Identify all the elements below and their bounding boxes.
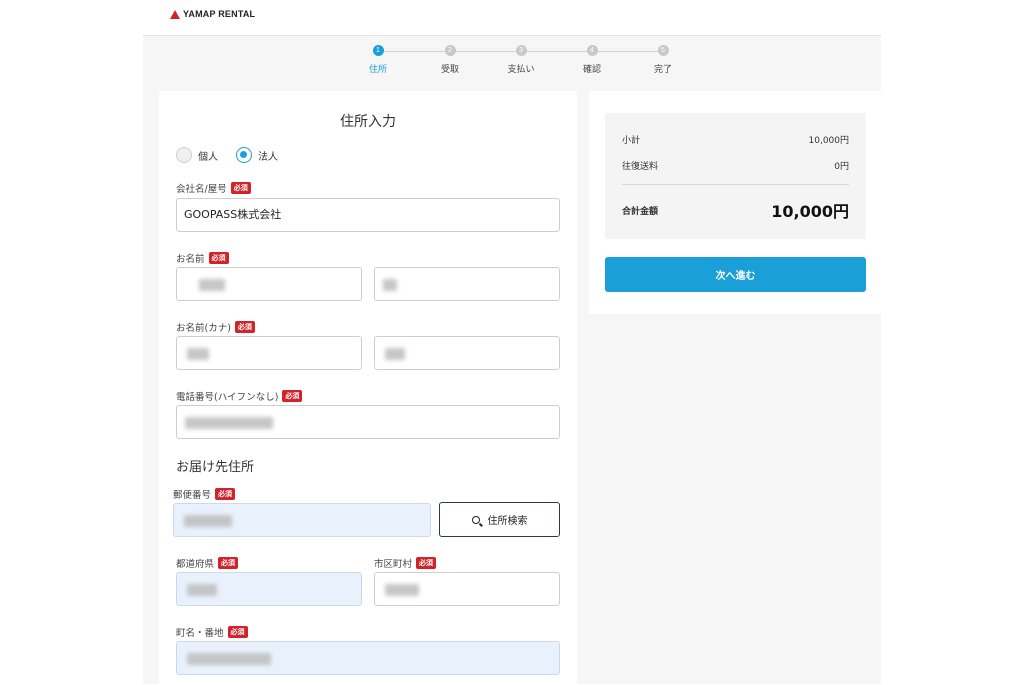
brand-logo: YAMAP RENTAL [170, 9, 255, 19]
step-payment: 3 支払い [491, 45, 551, 75]
required-badge: 必須 [218, 557, 239, 569]
redacted-text [385, 348, 405, 360]
redacted-text [187, 584, 217, 596]
shipping-value: 0円 [834, 162, 849, 172]
field-label-text: 郵便番号 [173, 490, 212, 501]
required-badge: 必須 [416, 557, 437, 569]
step-number: 1 [372, 45, 384, 56]
progress-stepper: 1 住所 2 受取 3 支払い 4 確認 5 完了 [143, 36, 881, 90]
step-label: 完了 [653, 65, 672, 75]
entity-type-radio-group: 個人 法人 [176, 147, 278, 163]
field-label-text: お名前 [176, 254, 205, 265]
radio-individual[interactable]: 個人 [176, 147, 218, 163]
last-name-input[interactable] [176, 267, 362, 301]
phone-input[interactable] [176, 405, 560, 439]
redacted-text [383, 279, 397, 291]
step-label: 確認 [582, 65, 601, 75]
subtotal-label: 小計 [622, 136, 641, 146]
postal-code-input[interactable] [173, 503, 431, 537]
checkout-stage: 1 住所 2 受取 3 支払い 4 確認 5 完了 住所入力 個人 法人 会社名… [143, 35, 881, 685]
name-label: お名前 必須 [176, 251, 229, 265]
next-button[interactable]: 次へ進む [605, 257, 866, 292]
step-number: 3 [515, 45, 527, 56]
field-label-text: 都道府県 [176, 559, 215, 570]
required-badge: 必須 [230, 182, 251, 194]
radio-circle-icon[interactable] [176, 147, 192, 163]
step-label: 住所 [368, 65, 387, 75]
radio-checked-icon[interactable] [236, 147, 252, 163]
subtotal-value: 10,000円 [808, 136, 850, 146]
total-row: 合計金額 10,000円 [622, 198, 849, 222]
kana-label: お名前(カナ) 必須 [176, 320, 255, 334]
shipping-label: 往復送料 [622, 162, 659, 172]
address-search-label: 住所検索 [487, 516, 528, 527]
radio-label: 法人 [258, 151, 278, 163]
address-search-button[interactable]: 住所検索 [439, 502, 560, 537]
required-badge: 必須 [282, 390, 303, 402]
company-input[interactable]: GOOPASS株式会社 [176, 198, 560, 232]
phone-label: 電話番号(ハイフンなし) 必須 [176, 389, 303, 403]
redacted-text [187, 348, 209, 360]
brand-name: YAMAP RENTAL [183, 9, 256, 19]
city-label: 市区町村 必須 [374, 556, 437, 570]
redacted-text [185, 417, 273, 429]
required-badge: 必須 [215, 488, 236, 500]
step-number: 5 [657, 45, 669, 56]
total-label: 合計金額 [622, 206, 659, 217]
radio-corporation[interactable]: 法人 [236, 147, 278, 163]
step-receive: 2 受取 [420, 45, 480, 75]
redacted-text [385, 584, 419, 596]
company-label: 会社名/屋号 必須 [176, 181, 251, 195]
prefecture-input[interactable] [176, 572, 362, 606]
radio-label: 個人 [198, 151, 218, 163]
order-summary-panel: 小計 10,000円 往復送料 0円 合計金額 10,000円 次へ進む [589, 91, 881, 314]
field-label-text: 会社名/屋号 [176, 184, 227, 195]
redacted-text [199, 279, 225, 291]
first-name-kana-input[interactable] [374, 336, 560, 370]
subtotal-row: 小計 10,000円 [622, 133, 849, 146]
address-form-card: 住所入力 個人 法人 会社名/屋号 必須 GOOPASS株式会社 お名前 必須 [159, 91, 577, 685]
street-label: 町名・番地 必須 [176, 625, 248, 639]
step-number: 4 [586, 45, 598, 56]
shipping-row: 往復送料 0円 [622, 159, 849, 172]
search-icon [471, 515, 480, 524]
prefecture-label: 都道府県 必須 [176, 556, 239, 570]
first-name-input[interactable] [374, 267, 560, 301]
field-label-text: お名前(カナ) [176, 323, 231, 334]
required-badge: 必須 [227, 626, 248, 638]
field-label-text: 市区町村 [374, 559, 413, 570]
redacted-text [187, 653, 271, 665]
step-label: 受取 [440, 65, 459, 75]
required-badge: 必須 [234, 321, 255, 333]
step-confirm: 4 確認 [562, 45, 622, 75]
summary-divider [622, 184, 849, 185]
step-label: 支払い [507, 65, 535, 75]
step-address: 1 住所 [348, 45, 408, 75]
city-input[interactable] [374, 572, 560, 606]
redacted-text [184, 515, 232, 527]
field-label-text: 町名・番地 [176, 628, 224, 639]
required-badge: 必須 [208, 252, 229, 264]
delivery-heading: お届け先住所 [176, 460, 255, 475]
step-number: 2 [444, 45, 456, 56]
price-summary-box: 小計 10,000円 往復送料 0円 合計金額 10,000円 [605, 113, 866, 239]
field-label-text: 電話番号(ハイフンなし) [176, 392, 279, 403]
postal-label: 郵便番号 必須 [173, 487, 236, 501]
total-value: 10,000円 [771, 202, 849, 221]
form-title: 住所入力 [340, 114, 396, 130]
step-complete: 5 完了 [633, 45, 693, 75]
last-name-kana-input[interactable] [176, 336, 362, 370]
logo-triangle-icon [170, 9, 180, 19]
street-input[interactable] [176, 641, 560, 675]
